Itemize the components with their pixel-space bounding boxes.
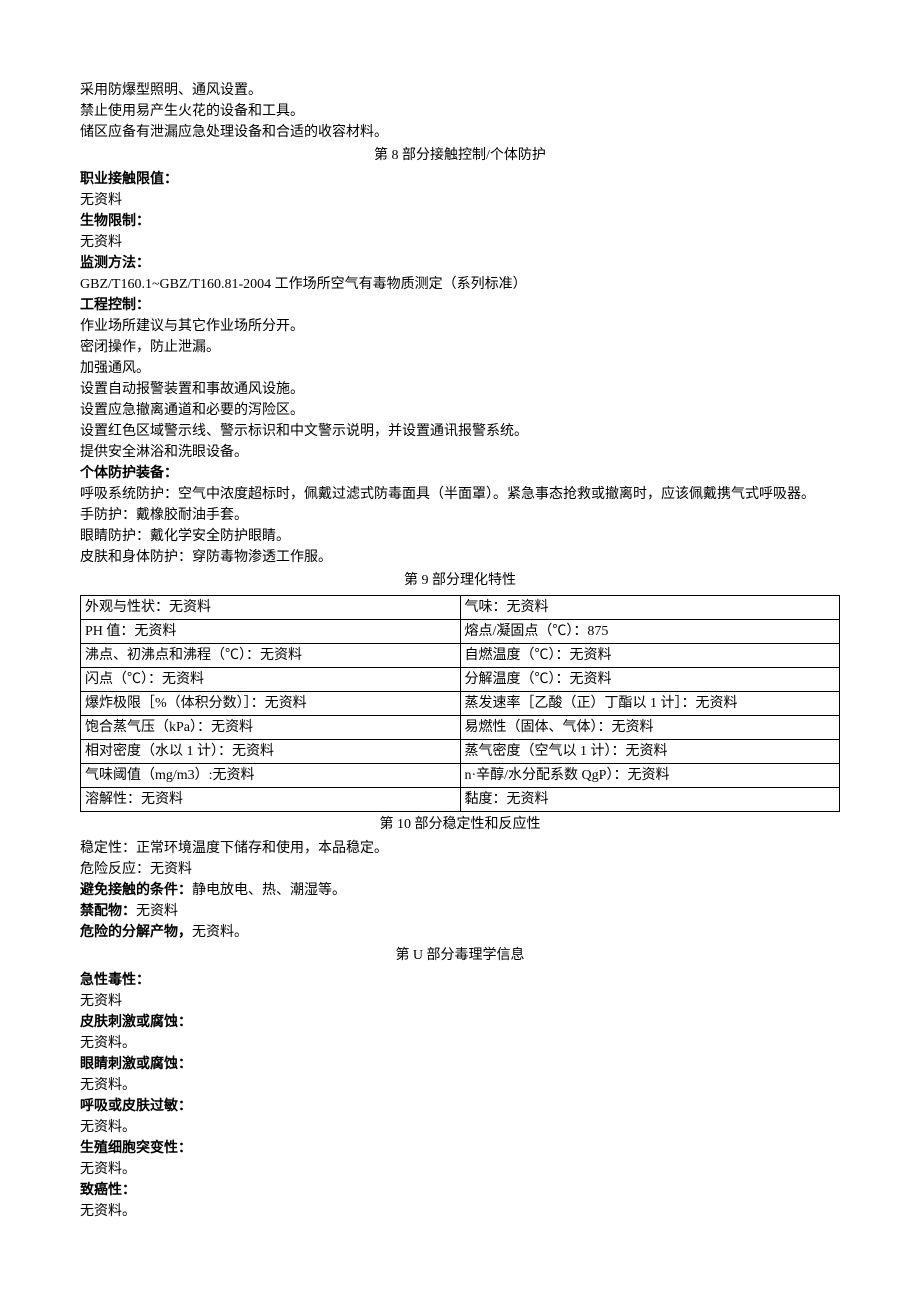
eng-control-2: 密闭操作，防止泄漏。 (80, 337, 840, 358)
acute-toxicity-label: 急性毒性： (80, 970, 840, 991)
table-cell: 饱合蒸气压（kPa）：无资料 (81, 715, 461, 739)
ppe-skin: 皮肤和身体防护：穿防毒物渗透工作服。 (80, 547, 840, 568)
eye-irritation-value: 无资料。 (80, 1075, 840, 1096)
table-row: 饱合蒸气压（kPa）：无资料 易燃性（固体、气体）：无资料 (81, 715, 840, 739)
eng-control-6: 设置红色区域警示线、警示标识和中文警示说明，并设置通讯报警系统。 (80, 421, 840, 442)
monitoring-method-value: GBZ/T160.1~GBZ/T160.81-2004 工作场所空气有毒物质测定… (80, 274, 840, 295)
table-row: 爆炸极限［%（体积分数）］：无资料 蒸发速率［乙酸（正）丁酯以 1 计］：无资料 (81, 691, 840, 715)
avoid-contact-line: 避免接触的条件：静电放电、热、潮湿等。 (80, 880, 840, 901)
decomposition-label: 危险的分解产物， (80, 925, 192, 940)
skin-irritation-value: 无资料。 (80, 1033, 840, 1054)
decomposition-line: 危险的分解产物，无资料。 (80, 922, 840, 943)
table-cell: 溶解性：无资料 (81, 787, 461, 811)
section-11-title: 第 U 部分毒理学信息 (80, 945, 840, 967)
engineering-control-label: 工程控制： (80, 295, 840, 316)
hazard-reaction-line: 危险反应：无资料 (80, 859, 840, 880)
table-cell: 蒸发速率［乙酸（正）丁酯以 1 计］：无资料 (460, 691, 840, 715)
section-8-title: 第 8 部分接触控制/个体防护 (80, 145, 840, 167)
table-cell: 外观与性状：无资料 (81, 595, 461, 619)
occupational-exposure-label: 职业接触限值： (80, 169, 840, 190)
table-cell: 自燃温度（℃）：无资料 (460, 643, 840, 667)
intro-line-1: 采用防爆型照明、通风设置。 (80, 80, 840, 101)
monitoring-method-label: 监测方法： (80, 253, 840, 274)
table-cell: 熔点/凝固点（℃）：875 (460, 619, 840, 643)
germ-cell-label: 生殖细胞突变性： (80, 1138, 840, 1159)
eng-control-3: 加强通风。 (80, 358, 840, 379)
eng-control-7: 提供安全淋浴和洗眼设备。 (80, 442, 840, 463)
acute-toxicity-value: 无资料 (80, 991, 840, 1012)
table-cell: 相对密度（水以 1 计）：无资料 (81, 739, 461, 763)
table-row: 闪点（℃）：无资料 分解温度（℃）：无资料 (81, 667, 840, 691)
table-cell: 闪点（℃）：无资料 (81, 667, 461, 691)
eng-control-4: 设置自动报警装置和事故通风设施。 (80, 379, 840, 400)
eng-control-1: 作业场所建议与其它作业场所分开。 (80, 316, 840, 337)
table-cell: 分解温度（℃）：无资料 (460, 667, 840, 691)
germ-cell-value: 无资料。 (80, 1159, 840, 1180)
table-cell: 沸点、初沸点和沸程（℃）：无资料 (81, 643, 461, 667)
eng-control-5: 设置应急撤离通道和必要的泻险区。 (80, 400, 840, 421)
biological-limit-value: 无资料 (80, 232, 840, 253)
section-10-title: 第 10 部分稳定性和反应性 (80, 814, 840, 836)
eye-irritation-label: 眼睛刺激或腐蚀： (80, 1054, 840, 1075)
stability-line: 稳定性：正常环境温度下储存和使用，本品稳定。 (80, 838, 840, 859)
carcinogenicity-value: 无资料。 (80, 1201, 840, 1222)
occupational-exposure-value: 无资料 (80, 190, 840, 211)
table-row: 沸点、初沸点和沸程（℃）：无资料 自燃温度（℃）：无资料 (81, 643, 840, 667)
table-cell: 气味：无资料 (460, 595, 840, 619)
table-cell: PH 值：无资料 (81, 619, 461, 643)
incompatible-label: 禁配物： (80, 904, 136, 919)
avoid-contact-value: 静电放电、热、潮湿等。 (192, 883, 346, 898)
ppe-eye: 眼睛防护：戴化学安全防护眼睛。 (80, 526, 840, 547)
table-row: 外观与性状：无资料 气味：无资料 (81, 595, 840, 619)
intro-line-2: 禁止使用易产生火花的设备和工具。 (80, 101, 840, 122)
table-row: 相对密度（水以 1 计）：无资料 蒸气密度（空气以 1 计）：无资料 (81, 739, 840, 763)
carcinogenicity-label: 致癌性： (80, 1180, 840, 1201)
table-cell: 蒸气密度（空气以 1 计）：无资料 (460, 739, 840, 763)
biological-limit-label: 生物限制： (80, 211, 840, 232)
skin-irritation-label: 皮肤刺激或腐蚀： (80, 1012, 840, 1033)
physical-properties-table: 外观与性状：无资料 气味：无资料 PH 值：无资料 熔点/凝固点（℃）：875 … (80, 595, 840, 812)
intro-line-3: 储区应备有泄漏应急处理设备和合适的收容材料。 (80, 122, 840, 143)
decomposition-value: 无资料。 (192, 925, 248, 940)
table-row: PH 值：无资料 熔点/凝固点（℃）：875 (81, 619, 840, 643)
section-9-title: 第 9 部分理化特性 (80, 570, 840, 592)
table-row: 气味阈值（mg/m3）:无资料 n·辛醇/水分配系数 QgP）：无资料 (81, 763, 840, 787)
avoid-contact-label: 避免接触的条件： (80, 883, 192, 898)
table-cell: n·辛醇/水分配系数 QgP）：无资料 (460, 763, 840, 787)
incompatible-line: 禁配物：无资料 (80, 901, 840, 922)
table-cell: 黏度：无资料 (460, 787, 840, 811)
ppe-respiratory: 呼吸系统防护：空气中浓度超标时，佩戴过滤式防毒面具（半面罩）。紧急事态抢救或撤离… (80, 484, 840, 505)
incompatible-value: 无资料 (136, 904, 178, 919)
table-cell: 爆炸极限［%（体积分数）］：无资料 (81, 691, 461, 715)
table-cell: 易燃性（固体、气体）：无资料 (460, 715, 840, 739)
table-row: 溶解性：无资料 黏度：无资料 (81, 787, 840, 811)
table-cell: 气味阈值（mg/m3）:无资料 (81, 763, 461, 787)
respiratory-sens-label: 呼吸或皮肤过敏： (80, 1096, 840, 1117)
ppe-hand: 手防护：戴橡胶耐油手套。 (80, 505, 840, 526)
ppe-label: 个体防护装备： (80, 463, 840, 484)
respiratory-sens-value: 无资料。 (80, 1117, 840, 1138)
